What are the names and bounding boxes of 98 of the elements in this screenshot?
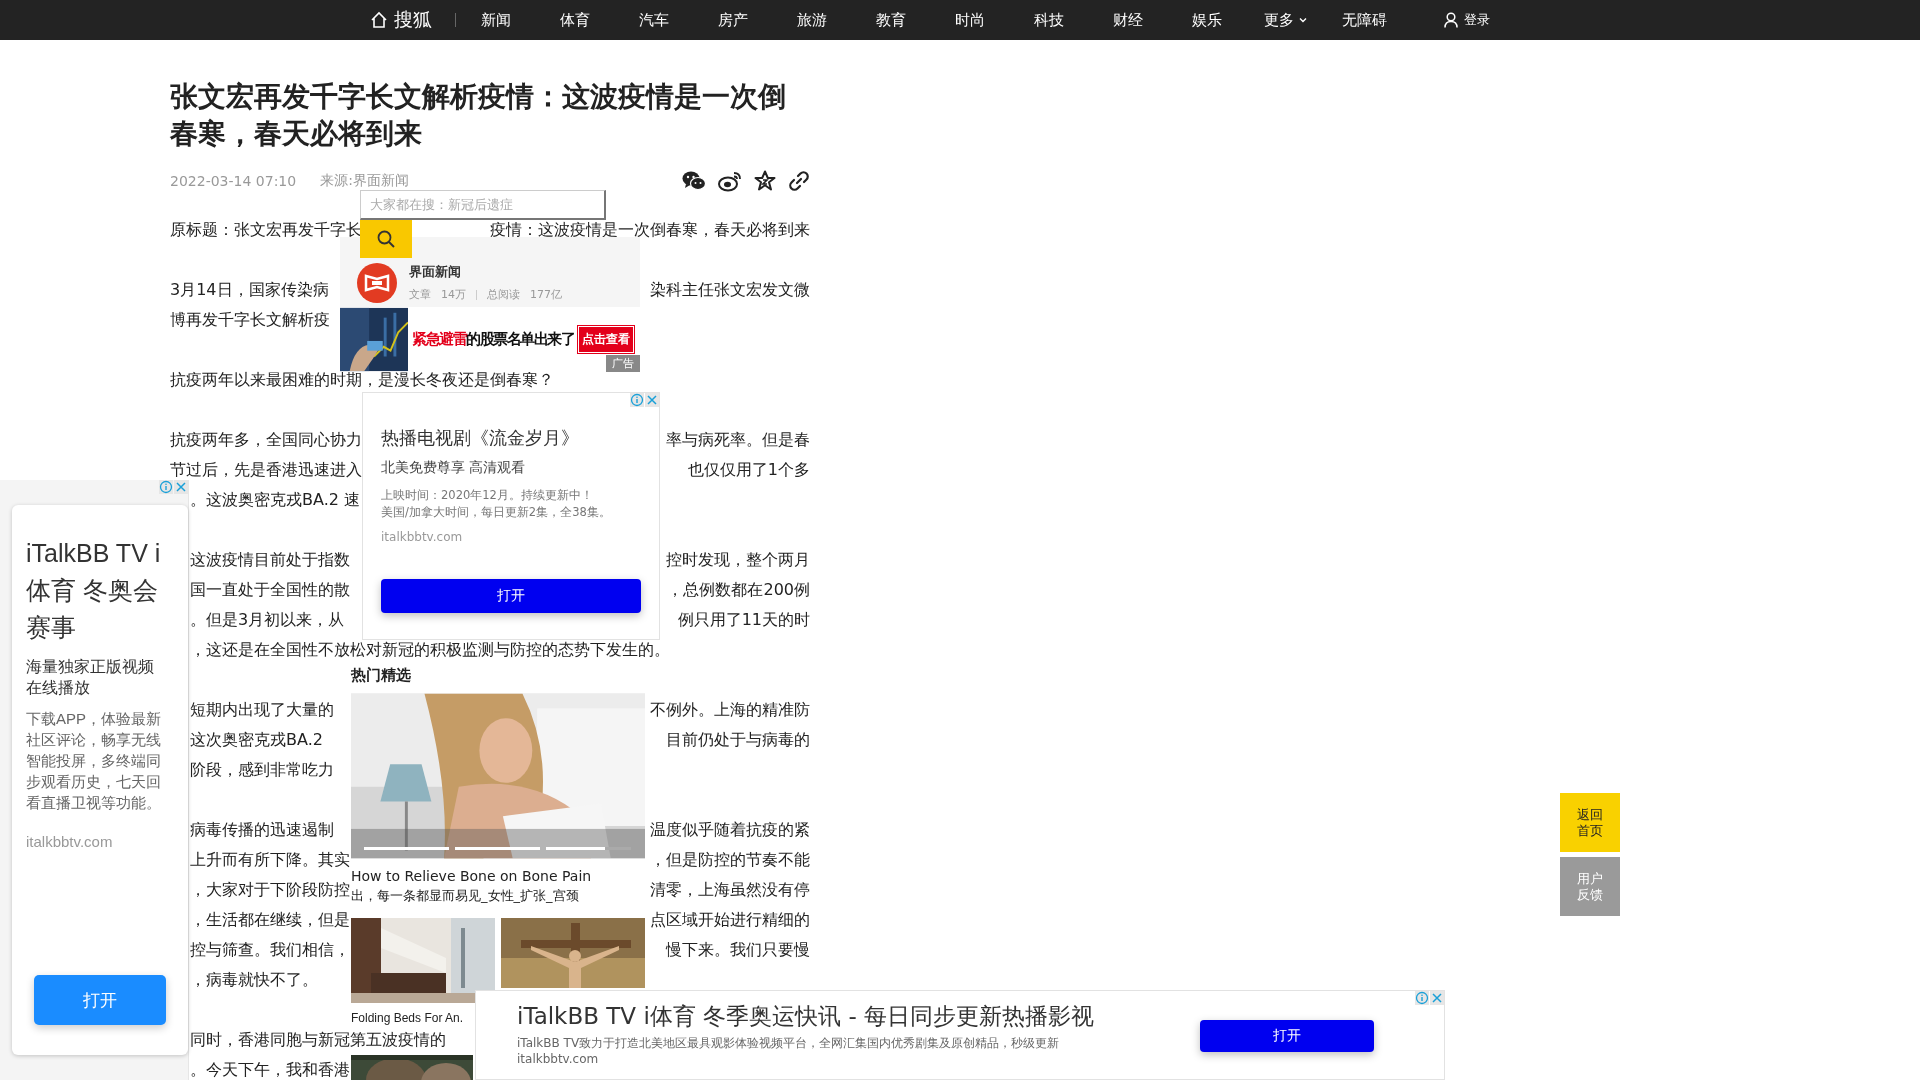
article-text: 短期内出现了大量的 bbox=[190, 700, 334, 720]
article-text: 上升而有所下降。其实 bbox=[190, 850, 350, 870]
nav-link[interactable]: 科技 bbox=[1009, 10, 1088, 30]
article-text: 这波疫情目前处于指数 bbox=[190, 550, 350, 570]
stat-label: 文章 bbox=[409, 287, 431, 302]
cta-label: 点击查看 bbox=[578, 326, 634, 353]
more-menu[interactable]: 更多 bbox=[1246, 10, 1325, 30]
caret-icon bbox=[1297, 15, 1308, 25]
ad-title: iTalkBB TV i体育 冬奥会赛事 bbox=[26, 538, 161, 643]
article-text: 清零，上海虽然没有停 bbox=[650, 880, 810, 900]
ad-url: italkbbtv.com bbox=[26, 833, 114, 850]
article-text: 染科主任张文宏发文微 bbox=[650, 280, 810, 300]
nav-link[interactable]: 房产 bbox=[693, 10, 772, 30]
info-icon[interactable] bbox=[159, 480, 173, 494]
open-button[interactable]: 打开 bbox=[381, 579, 641, 613]
nav-link[interactable]: 体育 bbox=[535, 10, 614, 30]
ad-subtitle: 北美免费尊享 高清观看 bbox=[381, 459, 527, 477]
chat-icon[interactable] bbox=[682, 170, 706, 192]
open-button[interactable]: 打开 bbox=[1200, 1020, 1374, 1052]
article-text: 。这波奥密克戎BA.2 速 bbox=[190, 490, 360, 510]
home-icon bbox=[370, 11, 388, 29]
nav-link[interactable]: 教育 bbox=[851, 10, 930, 30]
slide-indicator[interactable] bbox=[546, 847, 631, 850]
article-text: 同时，香港同胞与新冠第五波疫情的 bbox=[190, 1030, 446, 1050]
article-text: ，但是防控的节奏不能 bbox=[650, 850, 810, 870]
ad-title: iTalkBB TV i体育 冬季奥运快讯 - 每日同步更新热播影视 bbox=[517, 1002, 1095, 1031]
stat-label: 总阅读 bbox=[487, 287, 520, 302]
article-text: 点区域开始进行精细的 bbox=[650, 910, 810, 930]
article-text: ，大家对于下阶段防控 bbox=[190, 880, 350, 900]
article-text: 这次奥密克戎BA.2 bbox=[190, 730, 323, 750]
ad-description: iTalkBB TV致力于打造北美地区最具观影体验视频平台，全网汇集国内优秀剧集及原创精品，秒级更新 bbox=[517, 1035, 1060, 1051]
ad-url: italkbbtv.com bbox=[517, 1051, 599, 1067]
close-icon[interactable] bbox=[174, 480, 188, 494]
banner-ad[interactable]: 紧急避雷的股票名单出来了 点击查看 广告 bbox=[340, 307, 640, 372]
nav-link[interactable]: 旅游 bbox=[772, 10, 851, 30]
article-text: ，这还是在全国性不放松对新冠的积极监测与防控的态势下发生的。 bbox=[190, 640, 670, 660]
close-icon[interactable] bbox=[645, 393, 659, 407]
eye-icon[interactable] bbox=[718, 170, 742, 192]
stat-value: 14万 bbox=[441, 287, 466, 302]
feature-caption[interactable]: 出，每一条都显而易见_女性_扩张_宫颈 bbox=[351, 886, 645, 906]
login-link[interactable]: 登录 bbox=[1444, 11, 1490, 29]
star-icon[interactable] bbox=[754, 170, 776, 192]
avatar-icon[interactable] bbox=[357, 263, 397, 303]
article-text: 。今天下午，我和香港 bbox=[190, 1060, 350, 1080]
article-text: 博再发千字长文解析疫 bbox=[170, 310, 330, 330]
article-text: 节过后，先是香港迅速进入 bbox=[170, 460, 362, 480]
feature-caption[interactable]: How to Relieve Bone on Bone Pain bbox=[351, 866, 645, 886]
nav-link[interactable]: 无障碍 bbox=[1325, 10, 1404, 30]
media-name[interactable]: 界面新闻 bbox=[409, 263, 562, 281]
info-icon[interactable] bbox=[1415, 991, 1429, 1005]
section-heading: 热门精选 bbox=[351, 665, 411, 686]
ad-tag: 广告 bbox=[606, 355, 640, 372]
article-text: 慢下来。我们只要慢 bbox=[666, 940, 810, 960]
article-text: 病毒传播的迅速遏制 bbox=[190, 820, 334, 840]
article-text: 目前仍处于与病毒的 bbox=[666, 730, 810, 750]
article-text: 例只用了11天的时 bbox=[677, 610, 810, 630]
info-icon[interactable] bbox=[630, 393, 644, 407]
article-text: 。但是3月初以来，从 bbox=[190, 610, 345, 630]
search-icon bbox=[376, 229, 396, 249]
logo-link[interactable]: 搜狐 bbox=[370, 7, 445, 33]
ad-headline: 紧急避雷的股票名单出来了 bbox=[412, 330, 574, 349]
ad-detail: 美国/加拿大时间，每日更新2集，全38集。 bbox=[381, 504, 612, 521]
user-icon bbox=[1444, 12, 1458, 28]
article-title: 张文宏再发千字长文解析疫情：这波疫情是一次倒春寒，春天必将到来 bbox=[170, 79, 787, 152]
back-home-button[interactable]: 返回首页 bbox=[1560, 793, 1620, 852]
article-text: ，生活都在继续，但是 bbox=[190, 910, 350, 930]
article-text: 3月14日，国家传染病 bbox=[170, 280, 329, 300]
nav-link[interactable]: 汽车 bbox=[614, 10, 693, 30]
article-text: 原标题：张文宏再发千字长 bbox=[170, 220, 362, 240]
ad-description: 下载APP，体验最新社区评论，畅享无线智能投屏，多终端同步观看历史，七天回看直播卫视等功能。 bbox=[26, 709, 161, 813]
article-text: 率与病死率。但是春 bbox=[666, 430, 810, 450]
search-field[interactable]: 大家都在搜：新冠后遗症 bbox=[360, 190, 606, 220]
article-text: 也仅仅用了1个多 bbox=[687, 460, 810, 480]
article-text: 不例外。上海的精准防 bbox=[650, 700, 810, 720]
nav-link[interactable]: 时尚 bbox=[930, 10, 1009, 30]
article-text: 温度似乎随着抗疫的紧 bbox=[650, 820, 810, 840]
article-text: ，总例数都在200例 bbox=[667, 580, 810, 600]
article-text: 抗疫两年多，全国同心协力 bbox=[170, 430, 362, 450]
article-text: ，病毒就快不了。 bbox=[190, 970, 318, 990]
nav-link[interactable]: 娱乐 bbox=[1167, 10, 1246, 30]
nav-link[interactable]: 财经 bbox=[1088, 10, 1167, 30]
search-button[interactable] bbox=[360, 220, 412, 258]
ad-detail: 上映时间：2020年12月。持续更新中！ bbox=[381, 487, 594, 504]
publish-date: 2022-03-14 07:10 bbox=[170, 173, 297, 189]
ad-title: 热播电视剧《流金岁月》 bbox=[381, 426, 580, 450]
article-text: 国一直处于全国性的散 bbox=[190, 580, 350, 600]
article-text: 阶段，感到非常吃力 bbox=[190, 760, 334, 780]
link-icon[interactable] bbox=[788, 170, 810, 192]
nav-link[interactable]: 新闻 bbox=[456, 10, 535, 30]
source-text: 来源:界面新闻 bbox=[320, 172, 409, 190]
article-text: 控与筛查。我们相信， bbox=[190, 940, 350, 960]
ad-subtitle: 海量独家正版视频在线播放 bbox=[26, 657, 155, 698]
close-icon[interactable] bbox=[1430, 991, 1444, 1005]
ad-url: italkbbtv.com bbox=[381, 530, 464, 544]
article-text: 抗疫两年以来最困难的时期，是漫长冬夜还是倒春寒？ bbox=[170, 370, 554, 390]
article-text: 疫情：这波疫情是一次倒春寒，春天必将到来 bbox=[490, 220, 810, 240]
stat-value: 177亿 bbox=[530, 287, 562, 302]
article-text: 控时发现，整个两月 bbox=[666, 550, 810, 570]
